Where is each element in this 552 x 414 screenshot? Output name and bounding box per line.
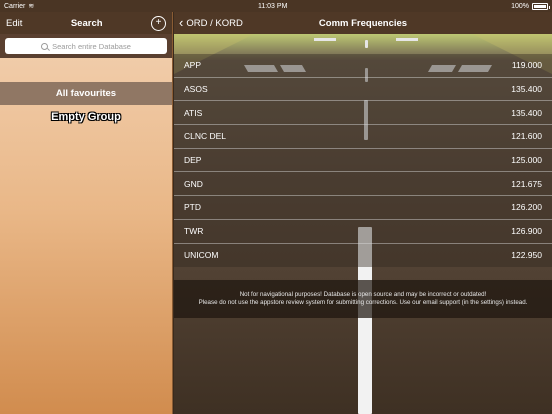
- frequency-row[interactable]: APP 119.000: [174, 54, 552, 78]
- disclaimer-line: Please do not use the appstore review sy…: [198, 299, 528, 306]
- carrier-label: Carrier: [4, 2, 26, 10]
- frequency-value: 135.400: [511, 84, 542, 95]
- sidebar-nav-bar: Edit Search +: [0, 12, 172, 34]
- search-input[interactable]: Search entire Database: [5, 38, 167, 54]
- search-placeholder: Search entire Database: [52, 41, 131, 51]
- runway-centerline: [365, 40, 368, 48]
- frequency-name: APP: [184, 60, 202, 71]
- frequency-row[interactable]: GND 121.675: [174, 172, 552, 197]
- frequency-value: 126.200: [511, 202, 542, 213]
- frequency-row[interactable]: UNICOM 122.950: [174, 244, 552, 268]
- frequency-value: 121.675: [511, 178, 542, 189]
- frequency-name: GND: [184, 178, 203, 189]
- back-button[interactable]: ‹ ORD / KORD: [179, 12, 243, 34]
- frequency-row[interactable]: PTD 126.200: [174, 196, 552, 220]
- frequency-row[interactable]: ASOS 135.400: [174, 78, 552, 102]
- battery-icon: [532, 2, 550, 10]
- frequency-value: 119.000: [511, 60, 542, 71]
- frequency-value: 125.000: [511, 155, 542, 166]
- battery-percent: 100%: [511, 2, 529, 10]
- search-bar: Search entire Database: [0, 34, 172, 58]
- disclaimer-line: Not for navigational purposes! Database …: [239, 290, 487, 298]
- frequency-name: PTD: [184, 202, 201, 213]
- search-icon: [41, 42, 49, 50]
- frequency-row[interactable]: DEP 125.000: [174, 149, 552, 173]
- group-all-favourites[interactable]: All favourites: [0, 82, 172, 105]
- frequency-value: 126.900: [511, 226, 542, 237]
- add-icon[interactable]: +: [151, 15, 166, 31]
- frequency-row[interactable]: TWR 126.900: [174, 220, 552, 244]
- empty-group-label: Empty Group: [51, 111, 121, 123]
- frequency-name: UNICOM: [184, 250, 219, 261]
- frequency-value: 135.400: [511, 107, 542, 118]
- sidebar: Edit Search + Search entire Database All…: [0, 12, 173, 414]
- edit-button[interactable]: Edit: [6, 18, 22, 29]
- status-time: 11:03 PM: [257, 2, 288, 10]
- frequency-name: TWR: [184, 226, 204, 237]
- sidebar-title: Search: [70, 17, 103, 29]
- main-panel: ‹ ORD / KORD Comm Frequencies APP 119.00…: [174, 12, 552, 414]
- back-label: ORD / KORD: [186, 17, 243, 29]
- runway-marking: [396, 38, 418, 41]
- frequency-row[interactable]: CLNC DEL 121.600: [174, 125, 552, 149]
- runway-marking: [314, 38, 336, 41]
- frequency-row[interactable]: ATIS 135.400: [174, 101, 552, 126]
- frequency-list: APP 119.000 ASOS 135.400 ATIS 135.400 CL…: [174, 54, 552, 268]
- main-nav-bar: ‹ ORD / KORD Comm Frequencies: [174, 12, 552, 34]
- status-bar: Carrier ≋ 11:03 PM 100%: [0, 0, 552, 12]
- frequency-name: CLNC DEL: [184, 131, 227, 142]
- frequency-value: 121.600: [511, 131, 542, 142]
- frequency-name: DEP: [184, 155, 202, 166]
- frequency-value: 122.950: [511, 250, 542, 261]
- frequency-name: ATIS: [184, 107, 203, 118]
- chevron-left-icon: ‹: [179, 14, 184, 30]
- wifi-icon: ≋: [28, 3, 35, 10]
- frequency-name: ASOS: [184, 84, 208, 95]
- page-title: Comm Frequencies: [318, 17, 408, 29]
- disclaimer-banner: Not for navigational purposes! Database …: [174, 280, 552, 318]
